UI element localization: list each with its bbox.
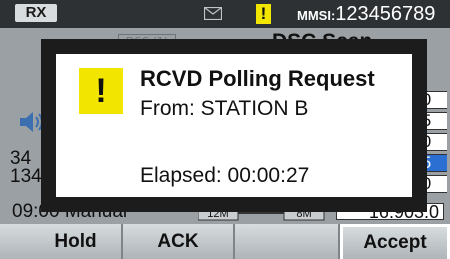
blank-softkey[interactable] [235,224,340,259]
hold-button[interactable]: Hold [0,224,123,259]
mmsi-display: MMSI:123456789 [297,3,435,25]
dialog-elapsed: Elapsed: 00:00:27 [140,164,310,187]
dialog-from: From: STATION B [140,97,309,120]
status-bar: RX ! MMSI:123456789 [0,0,450,28]
radio-display: RX ! MMSI:123456789 DSC (1) DSC Scan 34 … [0,0,450,259]
warning-icon: ! [79,68,123,114]
mail-icon [204,7,222,20]
polling-request-dialog: ! RCVD Polling Request From: STATION B E… [56,54,412,197]
warning-icon: ! [256,4,271,24]
mmsi-label: MMSI: [297,8,336,23]
accept-button[interactable]: Accept [340,224,450,259]
ack-button[interactable]: ACK [123,224,235,259]
channel-value-2: 134 [10,166,42,187]
mmsi-value: 123456789 [335,3,436,25]
dialog-title: RCVD Polling Request [140,66,375,91]
rx-indicator: RX [15,4,57,22]
softkey-bar: Hold ACK Accept [0,224,450,259]
